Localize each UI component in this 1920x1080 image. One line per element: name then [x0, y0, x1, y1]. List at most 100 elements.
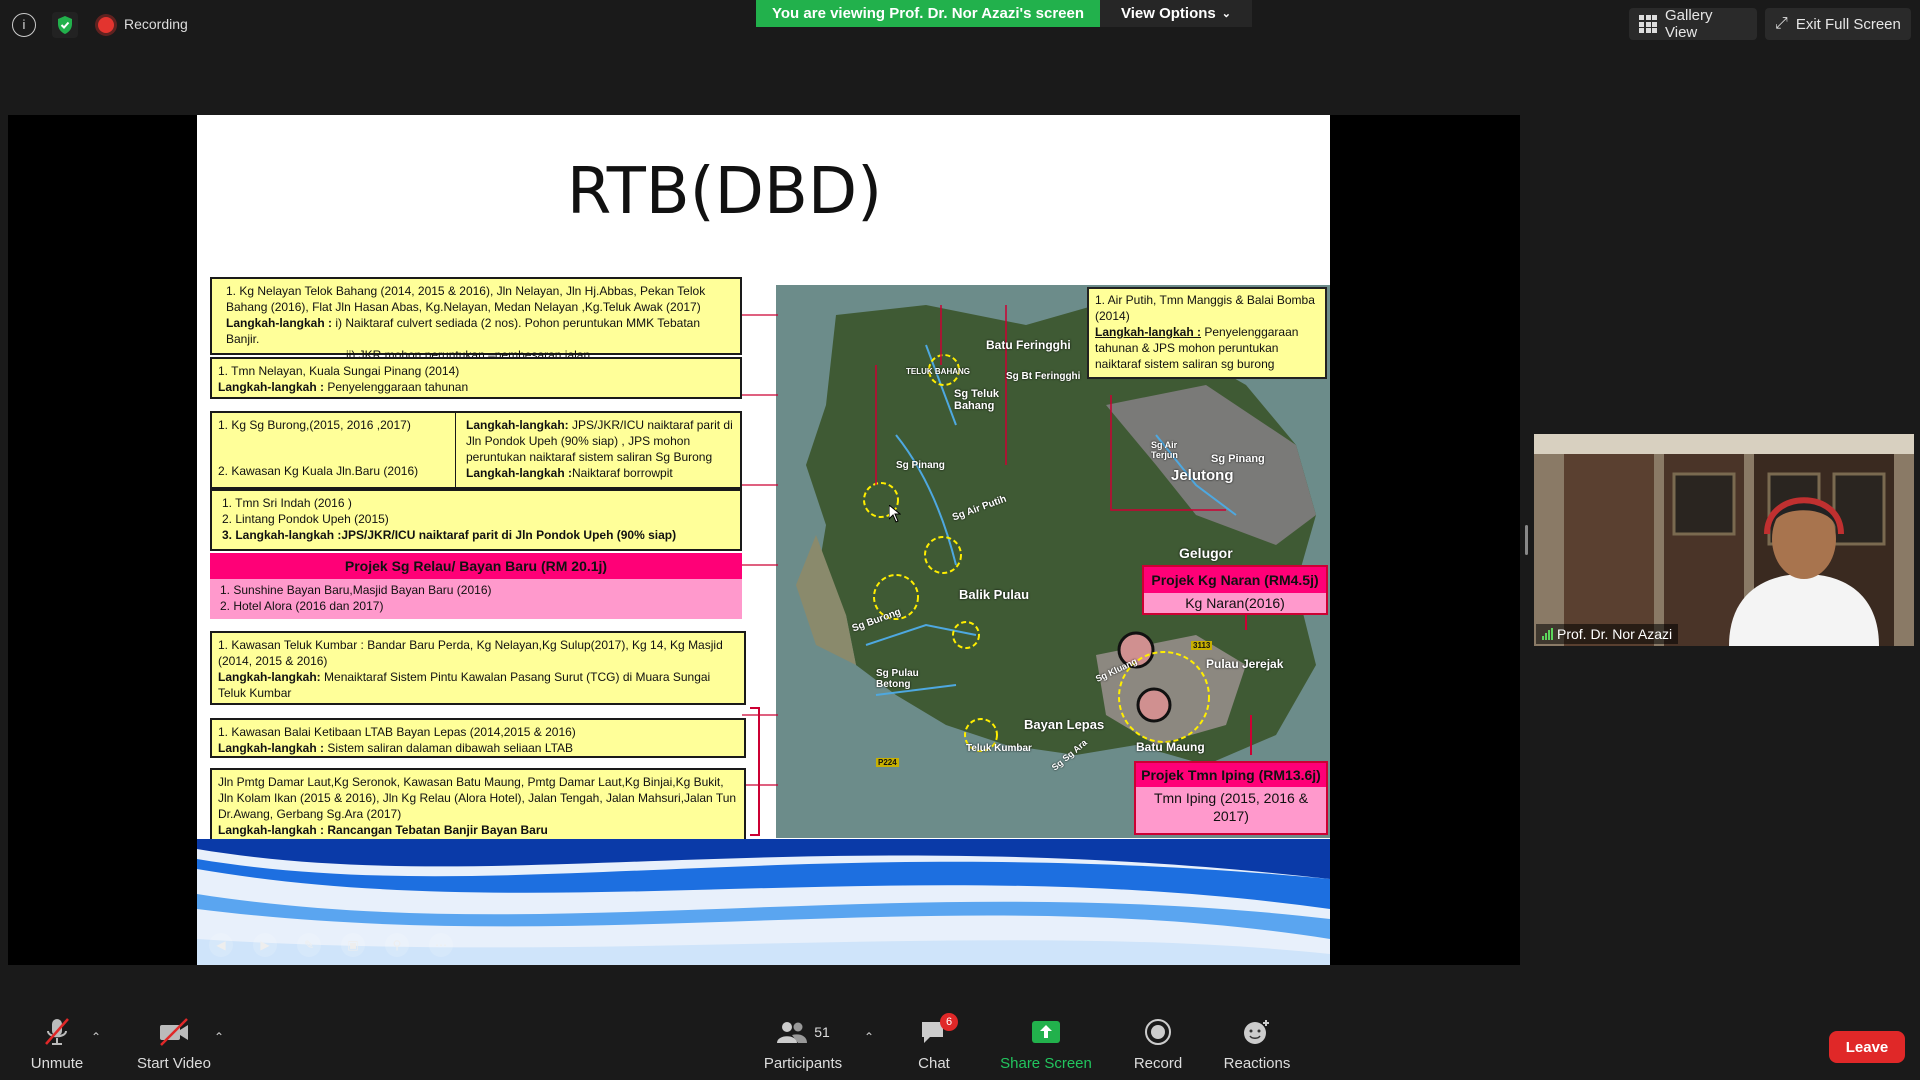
participants-count: 51 [814, 1024, 830, 1040]
callout-steps-label: Langkah-langkah : [1095, 325, 1202, 339]
exit-fullscreen-icon: ⤢ [1775, 15, 1788, 32]
map-label-p224: P224 [876, 758, 899, 767]
box-text: 1. Kawasan Teluk Kumbar : Bandar Baru Pe… [218, 638, 723, 668]
audio-options-caret-icon[interactable]: ⌃ [91, 1030, 101, 1044]
callout-kg-naran: Projek Kg Naran (RM4.5j) Kg Naran(2016) [1142, 565, 1328, 615]
callout-text: Kg Naran(2016) [1185, 595, 1285, 611]
participants-icon [777, 1022, 808, 1043]
box-text: 1. Kg Nelayan Telok Bahang (2014, 2015 &… [226, 284, 706, 314]
video-options-caret-icon[interactable]: ⌃ [214, 1030, 224, 1044]
map-label-sg-pinang-west: Sg Pinang [896, 460, 945, 471]
reactions-label: Reactions [1223, 1055, 1291, 1072]
slide-title: RTB(DBD) [566, 155, 883, 229]
gallery-view-label: Gallery View [1665, 7, 1713, 41]
callout-header: Projek Tmn Iping (RM13.6j) [1136, 763, 1326, 787]
video-camera-off-icon [160, 1018, 188, 1046]
map-label-balik-pulau: Balik Pulau [959, 587, 1030, 602]
map-label-3113: 3113 [1191, 641, 1213, 650]
exit-full-screen-label: Exit Full Screen [1795, 15, 1901, 33]
box-text: 2. Hotel Alora (2016 dan 2017) [220, 599, 384, 613]
participants-button[interactable]: 51 Participants [753, 1015, 853, 1072]
map-label-jelutong: Jelutong [1171, 467, 1234, 484]
pen-icon[interactable]: ✎ [297, 933, 321, 957]
info-box-tmn-sri-indah: 1. Tmn Sri Indah (2016 ) 2. Lintang Pond… [210, 489, 742, 551]
recording-icon [98, 17, 114, 33]
callout-text: 1. Air Putih, Tmn Manggis & Balai Bomba … [1095, 293, 1315, 323]
share-screen-icon [1032, 1021, 1060, 1043]
participant-name: Prof. Dr. Nor Azazi [1557, 626, 1673, 642]
info-box-ltab: 1. Kawasan Balai Ketibaan LTAB Bayan Lep… [210, 718, 746, 758]
callout-tmn-iping: Projek Tmn Iping (RM13.6j) Tmn Iping (20… [1134, 761, 1328, 835]
start-video-label: Start Video [137, 1055, 211, 1072]
mouse-cursor-icon [888, 503, 902, 528]
map-label-sg-air-terjun: Sg Air Terjun [1151, 440, 1178, 460]
callout-text: Tmn Iping (2015, 2016 & 2017) [1153, 790, 1309, 824]
box-text: Naiktaraf borrowpit [572, 466, 673, 480]
gallery-view-button[interactable]: Gallery View [1629, 7, 1757, 41]
participant-video[interactable] [1534, 434, 1914, 646]
info-box-teluk-bahang: 1. Kg Nelayan Telok Bahang (2014, 2015 &… [210, 277, 742, 362]
map-label-sg-pulau-betong: Sg Pulau Betong [876, 668, 919, 690]
map-label-pulau-jerejak: Pulau Jerejak [1206, 657, 1284, 671]
unmute-label: Unmute [30, 1055, 84, 1072]
participant-name-tag: Prof. Dr. Nor Azazi [1536, 624, 1679, 644]
exit-full-screen-button[interactable]: ⤢ Exit Full Screen [1765, 8, 1911, 40]
map-label-sg-teluk-bahang: Sg Teluk Bahang [954, 388, 1000, 412]
callout-air-putih: 1. Air Putih, Tmn Manggis & Balai Bomba … [1087, 287, 1327, 379]
chat-button[interactable]: 6 Chat [884, 1013, 984, 1072]
map-label-teluk-kumbar: Teluk Kumbar [966, 743, 1032, 754]
chat-badge: 6 [940, 1013, 958, 1031]
info-box-teluk-kumbar: 1. Kawasan Teluk Kumbar : Bandar Baru Pe… [210, 631, 746, 705]
map-label-batu-ferringhi: Batu Feringghi [986, 338, 1071, 352]
share-screen-label: Share Screen [1000, 1055, 1092, 1072]
start-video-button[interactable]: Start Video [124, 1015, 224, 1072]
connector-lines [742, 314, 778, 786]
leave-button[interactable]: Leave [1829, 1031, 1905, 1063]
reactions-button[interactable]: Reactions [1207, 1015, 1307, 1072]
record-label: Record [1133, 1055, 1183, 1072]
box-text: 3. Langkah-langkah :JPS/JKR/ICU naiktara… [222, 528, 677, 542]
map-label-bayan-lepas: Bayan Lepas [1024, 717, 1105, 732]
slide-prev-icon[interactable]: ◀ [209, 933, 233, 957]
record-button[interactable]: Record [1108, 1015, 1208, 1072]
map-label-gelugor: Gelugor [1179, 545, 1233, 561]
relau-project-box: 1. Sunshine Bayan Baru,Masjid Bayan Baru… [210, 579, 742, 619]
recording-label: Recording [124, 16, 188, 32]
box-text: 1. Kawasan Balai Ketibaan LTAB Bayan Lep… [218, 725, 576, 739]
box-text: 1. Tmn Nelayan, Kuala Sungai Pinang (201… [218, 364, 460, 378]
box-text: Penyelenggaraan tahunan [327, 380, 469, 394]
map-label-batu-maung: Batu Maung [1136, 740, 1205, 754]
box-steps-label: Langkah-langkah: [466, 418, 569, 432]
zoom-icon[interactable]: ⚲ [385, 933, 409, 957]
info-box-sg-burong: 1. Kg Sg Burong,(2015, 2016 ,2017) 2. Ka… [210, 411, 742, 489]
view-options-button[interactable]: View Options ⌄ [1100, 0, 1252, 27]
share-screen-button[interactable]: Share Screen [996, 1015, 1096, 1072]
map-label-teluk-bahang: TELUK BAHANG [906, 367, 970, 376]
more-options-icon[interactable]: ⋯ [429, 933, 453, 957]
participants-caret-icon[interactable]: ⌃ [864, 1030, 874, 1044]
box-text: 2. Lintang Pondok Upeh (2015) [222, 512, 389, 526]
slide-next-icon[interactable]: ▶ [253, 933, 277, 957]
box-text: 1. Tmn Sri Indah (2016 ) [222, 496, 352, 510]
info-box-tmn-nelayan: 1. Tmn Nelayan, Kuala Sungai Pinang (201… [210, 357, 742, 399]
map-label-sg-pinang-east: Sg Pinang [1211, 453, 1265, 465]
box-steps-label: Langkah-langkah : [466, 466, 573, 480]
box-steps-label: Langkah-langkah : [226, 316, 333, 330]
view-options-label: View Options [1121, 5, 1216, 22]
reactions-icon [1244, 1020, 1269, 1044]
info-icon[interactable]: i [12, 13, 36, 37]
grid-icon [1639, 15, 1657, 33]
box-steps-label: Langkah-langkah : [218, 741, 325, 755]
map-label-sg-bt-feringghi: Sg Bt Feringghi [1006, 371, 1081, 382]
relau-project-header: Projek Sg Relau/ Bayan Baru (RM 20.1j) [210, 553, 742, 579]
microphone-muted-icon [45, 1018, 69, 1045]
panel-resize-handle[interactable] [1525, 525, 1528, 555]
box-text: 1. Sunshine Bayan Baru,Masjid Bayan Baru… [220, 583, 492, 597]
box-text: Langkah-langkah : Rancangan Tebatan Banj… [218, 823, 548, 837]
chat-label: Chat [918, 1055, 950, 1072]
presentation-slide: RTB(DBD) 1. Kg Nelayan Telok Bahang (201… [197, 115, 1330, 965]
box-text: Jln Pmtg Damar Laut,Kg Seronok, Kawasan … [218, 775, 737, 821]
participant-video-frame [1534, 434, 1914, 646]
security-shield-icon[interactable] [52, 12, 78, 38]
slides-grid-icon[interactable]: ▣ [341, 933, 365, 957]
